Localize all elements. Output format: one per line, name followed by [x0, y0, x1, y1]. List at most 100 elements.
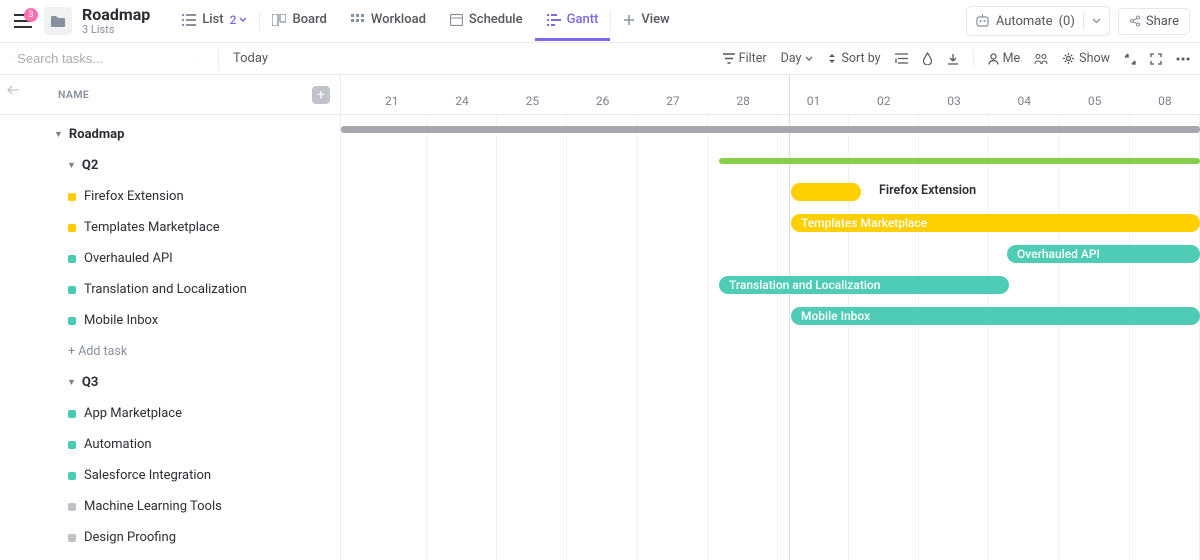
view-label: Gantt [567, 12, 599, 27]
add-task-button[interactable]: + Add task [0, 336, 340, 367]
view-workload[interactable]: Workload [339, 1, 438, 41]
folder-button[interactable] [44, 7, 72, 35]
fullscreen-button[interactable] [1150, 53, 1162, 65]
main-body: NAME + ▼Roadmap ▼Q2 Firefox Extension Te… [0, 75, 1200, 560]
subgroup-q3[interactable]: ▼Q3 [0, 367, 340, 398]
bar-firefox-extension[interactable] [791, 183, 861, 201]
collapse-button[interactable] [1124, 53, 1136, 65]
filter-button[interactable]: Filter [723, 51, 767, 66]
chevron-down-icon [1092, 18, 1101, 24]
day-selector[interactable]: Day [781, 51, 814, 66]
view-list-count[interactable]: 2 [230, 13, 248, 27]
task-row[interactable]: Overhauled API [0, 243, 340, 274]
toolbar: Today Filter Day Sort by Me Show [0, 43, 1200, 75]
view-label: List [202, 12, 223, 27]
view-schedule[interactable]: Schedule [438, 1, 535, 41]
date-cell: 25 [497, 75, 567, 114]
date-cell: 05 [1059, 75, 1129, 114]
view-gantt[interactable]: Gantt [535, 1, 611, 41]
group-icon [895, 53, 908, 64]
expand-icon [1150, 53, 1162, 65]
gantt-row-templates: Templates Marketplace [341, 208, 1200, 239]
group-roadmap[interactable]: ▼Roadmap [0, 119, 340, 150]
task-row[interactable]: Firefox Extension [0, 181, 340, 212]
assignee-button[interactable] [1034, 53, 1048, 65]
gear-icon [1062, 52, 1075, 65]
bar-label: Firefox Extension [879, 183, 976, 198]
task-tree: ▼Roadmap ▼Q2 Firefox Extension Templates… [0, 115, 340, 553]
notification-badge: 3 [24, 8, 38, 22]
status-dot [68, 255, 76, 263]
search-wrap [10, 51, 200, 66]
bar-overhauled-api[interactable]: Overhauled API [1007, 245, 1200, 263]
more-button[interactable] [1176, 57, 1190, 61]
me-button[interactable]: Me [988, 51, 1021, 66]
view-board[interactable]: Board [260, 1, 338, 41]
toolbar-right: Filter Day Sort by Me Show [723, 51, 1190, 67]
bar-translation[interactable]: Translation and Localization [719, 276, 1009, 294]
status-dot [68, 472, 76, 480]
bar-mobile-inbox[interactable]: Mobile Inbox [791, 307, 1200, 325]
status-dot [68, 441, 76, 449]
gantt-row-firefox: Firefox Extension [341, 177, 1200, 208]
list-icon [182, 14, 196, 26]
view-label: View [641, 12, 669, 27]
task-row[interactable]: Machine Learning Tools [0, 491, 340, 522]
collapse-icon [1124, 53, 1136, 65]
status-dot [68, 317, 76, 325]
export-button[interactable] [947, 53, 959, 65]
automate-count: (0) [1059, 14, 1075, 29]
add-column-button[interactable]: + [312, 86, 330, 104]
page-subtitle: 3 Lists [82, 23, 150, 36]
task-row[interactable]: App Marketplace [0, 398, 340, 429]
date-cell: 27 [638, 75, 708, 114]
group-button[interactable] [895, 53, 908, 64]
bar-roadmap[interactable] [341, 126, 1200, 133]
search-icon [10, 52, 11, 66]
color-button[interactable] [922, 52, 933, 65]
automate-button[interactable]: Automate (0) [966, 6, 1110, 36]
chevron-down-icon[interactable] [199, 56, 200, 62]
date-cell: 03 [919, 75, 989, 114]
add-view[interactable]: View [611, 1, 681, 41]
status-dot [68, 534, 76, 542]
task-row[interactable]: Translation and Localization [0, 274, 340, 305]
gantt-rows: Firefox Extension Templates Marketplace … [341, 115, 1200, 332]
today-button[interactable]: Today [218, 49, 268, 69]
views-nav: List 2 Board Workload Schedule Gantt Vie… [170, 1, 681, 41]
subgroup-q2[interactable]: ▼Q2 [0, 150, 340, 181]
sort-button[interactable]: Sort by [827, 51, 880, 66]
download-icon [947, 53, 959, 65]
left-panel: NAME + ▼Roadmap ▼Q2 Firefox Extension Te… [0, 75, 341, 560]
task-row[interactable]: Design Proofing [0, 522, 340, 553]
automate-label: Automate [996, 14, 1053, 29]
separator [973, 51, 974, 67]
people-icon [1034, 53, 1048, 65]
bar-q2[interactable] [719, 158, 1200, 164]
task-row[interactable]: Automation [0, 429, 340, 460]
page-title[interactable]: Roadmap [82, 6, 150, 24]
date-cell: 24 [427, 75, 497, 114]
header-right-actions: Automate (0) Share [966, 6, 1190, 36]
status-dot [68, 286, 76, 294]
view-label: Schedule [469, 12, 523, 27]
bar-templates-marketplace[interactable]: Templates Marketplace [791, 214, 1200, 232]
show-button[interactable]: Show [1062, 51, 1110, 66]
task-row[interactable]: Templates Marketplace [0, 212, 340, 243]
task-row[interactable]: Mobile Inbox [0, 305, 340, 336]
status-dot [68, 193, 76, 201]
share-button[interactable]: Share [1118, 8, 1190, 35]
view-list[interactable]: List 2 [170, 1, 259, 41]
gantt-row-roadmap [341, 115, 1200, 146]
date-cell: 02 [849, 75, 919, 114]
gantt-chart[interactable]: 21 24 25 26 27 28 01 02 03 04 05 08 [341, 75, 1200, 560]
search-input[interactable] [17, 51, 193, 66]
gantt-row-mobile: Mobile Inbox [341, 301, 1200, 332]
menu-button[interactable]: 3 [10, 10, 36, 32]
sort-icon [827, 53, 837, 64]
filter-icon [723, 53, 735, 64]
task-row[interactable]: Salesforce Integration [0, 460, 340, 491]
column-header: NAME + [0, 75, 340, 115]
status-dot [68, 410, 76, 418]
calendar-icon [450, 13, 463, 26]
